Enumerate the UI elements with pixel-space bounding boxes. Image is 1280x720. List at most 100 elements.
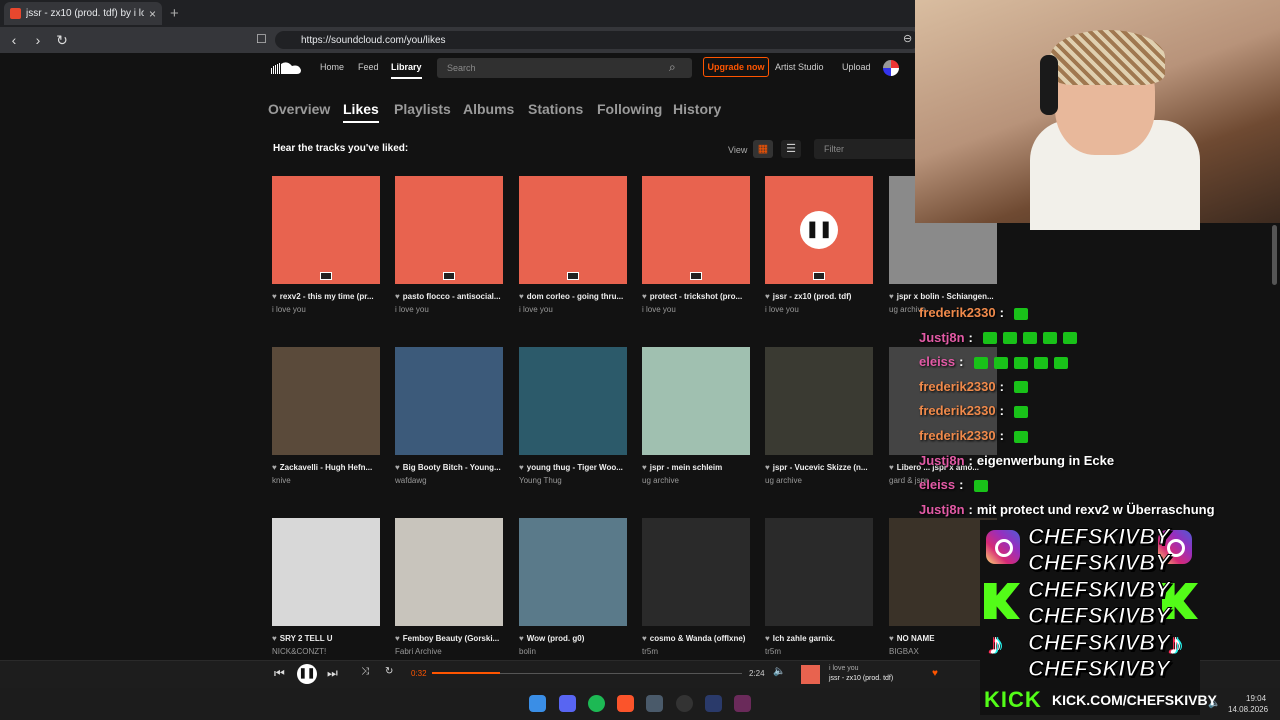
tab-following[interactable]: Following	[597, 101, 662, 117]
track-artist[interactable]: wafdawg	[395, 476, 503, 485]
app-c-icon[interactable]	[646, 695, 663, 712]
obs-icon[interactable]	[676, 695, 693, 712]
tab-overview[interactable]: Overview	[268, 101, 330, 117]
pause-button[interactable]: ❚❚	[297, 664, 317, 684]
heart-icon[interactable]: ♥	[272, 292, 277, 301]
track-title[interactable]: ♥ Femboy Beauty (Gorski...	[395, 634, 503, 643]
heart-icon[interactable]: ♥	[519, 463, 524, 472]
heart-icon[interactable]: ♥	[765, 634, 770, 643]
track-artwork[interactable]	[642, 347, 750, 455]
track-artist[interactable]: tr5m	[642, 647, 750, 656]
track-artwork[interactable]	[642, 518, 750, 626]
track-title[interactable]: ♥ jspr x bolin - Schiangen...	[889, 292, 997, 301]
track-card[interactable]: ♥ Ich zahle garnix. tr5m	[765, 518, 873, 656]
track-artwork[interactable]	[642, 176, 750, 284]
track-artist[interactable]: knive	[272, 476, 380, 485]
heart-icon[interactable]: ♥	[642, 634, 647, 643]
discord-icon[interactable]	[559, 695, 576, 712]
tab-playlists[interactable]: Playlists	[394, 101, 451, 117]
track-card[interactable]: ♥ pasto flocco - antisocial... i love you	[395, 176, 503, 314]
heart-icon[interactable]: ♥	[765, 292, 770, 301]
track-artist[interactable]: i love you	[272, 305, 380, 314]
repeat-icon[interactable]: ↻	[385, 666, 393, 677]
track-title[interactable]: ♥ young thug - Tiger Woo...	[519, 463, 627, 472]
track-artwork[interactable]	[395, 347, 503, 455]
app-icon[interactable]	[734, 695, 751, 712]
track-card[interactable]: ♥ dom corleo - going thru... i love you	[519, 176, 627, 314]
track-title[interactable]: ♥ pasto flocco - antisocial...	[395, 292, 503, 301]
browser-tab[interactable]: jssr - zx10 (prod. tdf) by i love ×	[4, 2, 162, 25]
heart-icon[interactable]: ♥	[765, 463, 770, 472]
spotify-icon[interactable]	[588, 695, 605, 712]
track-card[interactable]: ♥ SRY 2 TELL U NICK&CONZT!	[272, 518, 380, 656]
track-title[interactable]: ♥ Wow (prod. g0)	[519, 634, 627, 643]
mail-icon[interactable]	[705, 695, 722, 712]
heart-icon[interactable]: ♥	[519, 292, 524, 301]
tab-likes[interactable]: Likes	[343, 101, 379, 123]
track-title[interactable]: ♥ Zackavelli - Hugh Hefn...	[272, 463, 380, 472]
like-heart-icon[interactable]: ♥	[932, 668, 938, 679]
track-title[interactable]: ♥ rexv2 - this my time (pr...	[272, 292, 380, 301]
track-title[interactable]: ♥ protect - trickshot (pro...	[642, 292, 750, 301]
track-artist[interactable]: i love you	[642, 305, 750, 314]
track-title[interactable]: ♥ jspr - Vucevic Skizze (n...	[765, 463, 873, 472]
heart-icon[interactable]: ♥	[642, 292, 647, 301]
track-card[interactable]: ♥ Femboy Beauty (Gorski... Fabri Archive	[395, 518, 503, 656]
track-artist[interactable]: ug archive	[642, 476, 750, 485]
track-artwork[interactable]	[272, 176, 380, 284]
heart-icon[interactable]: ♥	[395, 634, 400, 643]
heart-icon[interactable]: ♥	[642, 463, 647, 472]
track-title[interactable]: ♥ cosmo & Wanda (offlxne)	[642, 634, 750, 643]
track-artist[interactable]: i love you	[395, 305, 503, 314]
brave-icon[interactable]	[617, 695, 634, 712]
track-artwork[interactable]	[395, 518, 503, 626]
track-title[interactable]: ♥ jssr - zx10 (prod. tdf)	[765, 292, 873, 301]
track-artwork[interactable]	[519, 176, 627, 284]
track-artist[interactable]: i love you	[519, 305, 627, 314]
search-icon[interactable]: ⌕	[669, 60, 676, 75]
track-artwork[interactable]	[272, 518, 380, 626]
track-card[interactable]: ❚❚ ♥ jssr - zx10 (prod. tdf) i love you	[765, 176, 873, 314]
tab-history[interactable]: History	[673, 101, 721, 117]
track-title[interactable]: ♥ dom corleo - going thru...	[519, 292, 627, 301]
nav-feed[interactable]: Feed	[358, 62, 379, 72]
track-artwork[interactable]	[519, 347, 627, 455]
track-title[interactable]: ♥ Big Booty Bitch - Young...	[395, 463, 503, 472]
track-card[interactable]: ♥ Zackavelli - Hugh Hefn... knive	[272, 347, 380, 485]
filter-input[interactable]: Filter	[814, 139, 924, 159]
bookmark-icon[interactable]: ☐	[256, 32, 267, 46]
nav-home[interactable]: Home	[320, 62, 344, 72]
track-card[interactable]: ♥ Big Booty Bitch - Young... wafdawg	[395, 347, 503, 485]
heart-icon[interactable]: ♥	[519, 634, 524, 643]
heart-icon[interactable]: ♥	[272, 634, 277, 643]
heart-icon[interactable]: ♥	[889, 634, 894, 643]
back-icon[interactable]: ‹	[4, 32, 24, 48]
now-playing-artwork[interactable]	[801, 665, 820, 684]
heart-icon[interactable]: ♥	[889, 463, 894, 472]
track-artist[interactable]: i love you	[765, 305, 873, 314]
track-card[interactable]: ♥ protect - trickshot (pro... i love you	[642, 176, 750, 314]
grid-view-button[interactable]: ▦	[753, 140, 773, 158]
now-playing-artist[interactable]: i love you	[829, 665, 859, 672]
shuffle-icon[interactable]: ⤨	[361, 666, 369, 677]
nav-library[interactable]: Library	[391, 62, 422, 79]
track-title[interactable]: ♥ jspr - mein schleim	[642, 463, 750, 472]
track-artwork[interactable]	[395, 176, 503, 284]
track-artist[interactable]: bolin	[519, 647, 627, 656]
track-card[interactable]: ♥ cosmo & Wanda (offlxne) tr5m	[642, 518, 750, 656]
tab-stations[interactable]: Stations	[528, 101, 583, 117]
avatar[interactable]	[883, 60, 899, 76]
track-artist[interactable]: ug archive	[765, 476, 873, 485]
track-card[interactable]: ♥ rexv2 - this my time (pr... i love you	[272, 176, 380, 314]
search-input[interactable]: Search	[437, 58, 692, 78]
volume-icon[interactable]: 🔈	[773, 666, 785, 677]
new-tab-icon[interactable]: +	[170, 5, 179, 22]
track-artwork[interactable]	[765, 347, 873, 455]
pause-button[interactable]: ❚❚	[800, 211, 838, 249]
upload-link[interactable]: Upload	[842, 62, 871, 72]
heart-icon[interactable]: ♥	[889, 292, 894, 301]
soundcloud-logo-icon[interactable]	[271, 61, 303, 75]
track-artwork[interactable]: ❚❚	[765, 176, 873, 284]
close-tab-icon[interactable]: ×	[149, 7, 156, 21]
heart-icon[interactable]: ♥	[272, 463, 277, 472]
